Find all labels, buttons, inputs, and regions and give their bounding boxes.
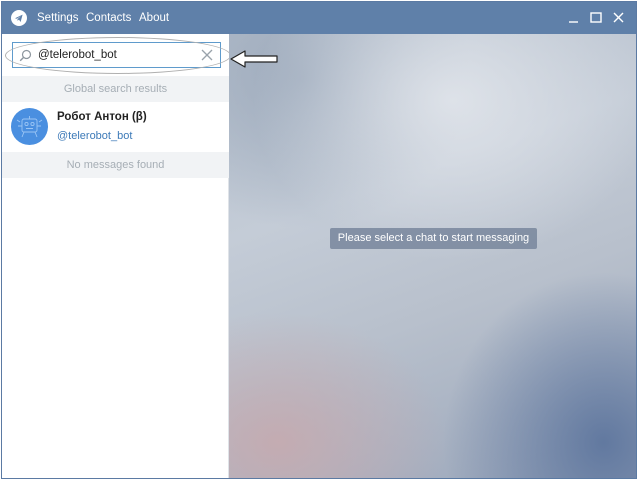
avatar [11, 108, 48, 145]
close-icon[interactable] [609, 8, 629, 28]
telegram-logo-icon [11, 10, 27, 26]
menu-contacts[interactable]: Contacts [86, 12, 131, 24]
select-chat-placeholder: Please select a chat to start messaging [330, 228, 537, 249]
maximize-icon[interactable] [586, 8, 606, 28]
result-username: @telerobot_bot [57, 130, 133, 142]
result-name: Робот Антон (β) [57, 111, 147, 123]
no-messages-header: No messages found [2, 152, 229, 178]
search-area: @telerobot_bot [2, 34, 231, 76]
search-result-item[interactable]: Робот Антон (β) @telerobot_bot [2, 102, 229, 152]
app-window: Settings Contacts About @telerobot_bot G… [1, 1, 637, 479]
search-input[interactable]: @telerobot_bot [12, 42, 221, 68]
chat-list-panel: @telerobot_bot Global search results Роб… [2, 34, 231, 478]
menu-settings[interactable]: Settings [37, 12, 79, 24]
minimize-icon[interactable] [564, 8, 584, 28]
clear-search-icon[interactable] [200, 48, 214, 62]
title-bar: Settings Contacts About [2, 2, 636, 34]
global-search-header: Global search results [2, 76, 229, 102]
annotation-arrow-icon [230, 50, 278, 68]
search-value: @telerobot_bot [38, 49, 117, 61]
menu-about[interactable]: About [139, 12, 169, 24]
search-icon [19, 49, 32, 62]
chat-area: Please select a chat to start messaging [229, 34, 636, 478]
